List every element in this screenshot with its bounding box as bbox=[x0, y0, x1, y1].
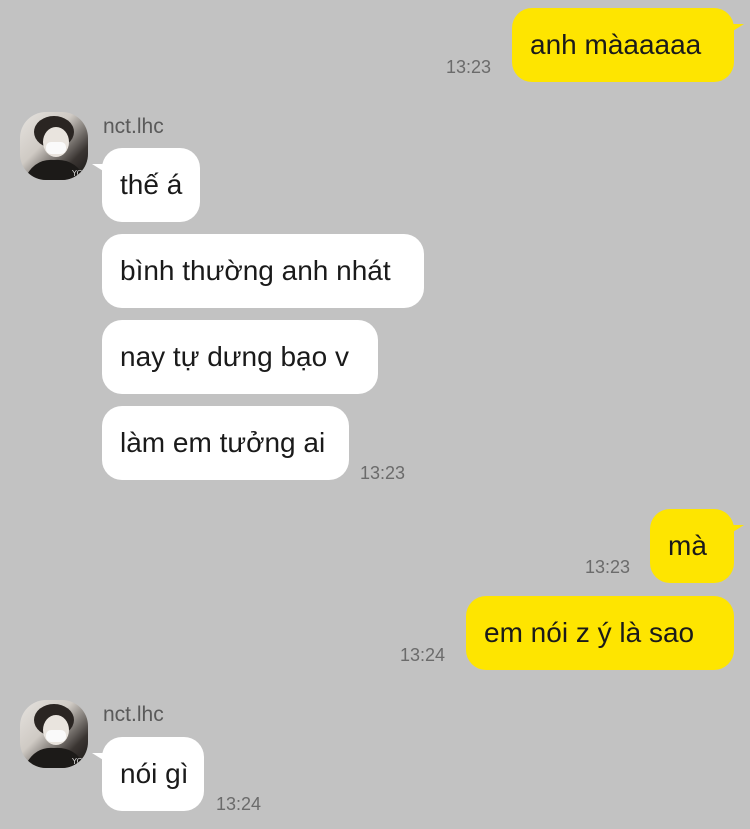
chat-message-bubble[interactable]: nay tự dưng bạo v bbox=[102, 320, 378, 394]
message-text: em nói z ý là sao bbox=[484, 617, 695, 648]
chat-message-bubble[interactable]: thế á bbox=[92, 148, 200, 222]
message-text: mà bbox=[668, 530, 707, 561]
message-timestamp: 13:23 bbox=[360, 463, 406, 483]
message-text: nói gì bbox=[120, 758, 189, 789]
profile-photo-icon: YC bbox=[24, 116, 86, 180]
svg-text:YC: YC bbox=[71, 757, 82, 766]
chat-message-bubble[interactable]: em nói z ý là sao bbox=[466, 596, 734, 670]
chat-message-bubble[interactable]: nói gì bbox=[92, 737, 204, 811]
profile-photo-icon: YC bbox=[24, 704, 86, 768]
chat-message-bubble[interactable]: làm em tưởng ai bbox=[102, 406, 349, 480]
contact-avatar[interactable]: YC bbox=[20, 700, 88, 768]
message-text: nay tự dưng bạo v bbox=[120, 341, 349, 372]
message-timestamp: 13:24 bbox=[400, 645, 446, 665]
message-text: làm em tưởng ai bbox=[120, 427, 326, 458]
message-timestamp: 13:23 bbox=[585, 557, 631, 577]
sender-name: nct.lhc bbox=[103, 115, 164, 138]
message-timestamp: 13:24 bbox=[216, 794, 262, 814]
message-text: anh màaaaaa bbox=[530, 29, 702, 60]
sender-name: nct.lhc bbox=[103, 703, 164, 726]
contact-avatar[interactable]: YC bbox=[20, 112, 88, 180]
chat-message-bubble[interactable]: mà bbox=[650, 509, 744, 583]
message-text: thế á bbox=[120, 169, 183, 200]
message-timestamp: 13:23 bbox=[446, 57, 492, 77]
svg-text:YC: YC bbox=[71, 169, 82, 178]
chat-message-bubble[interactable]: bình thường anh nhát bbox=[102, 234, 424, 308]
message-text: bình thường anh nhát bbox=[120, 255, 391, 286]
chat-message-bubble[interactable]: anh màaaaaa bbox=[512, 8, 744, 82]
